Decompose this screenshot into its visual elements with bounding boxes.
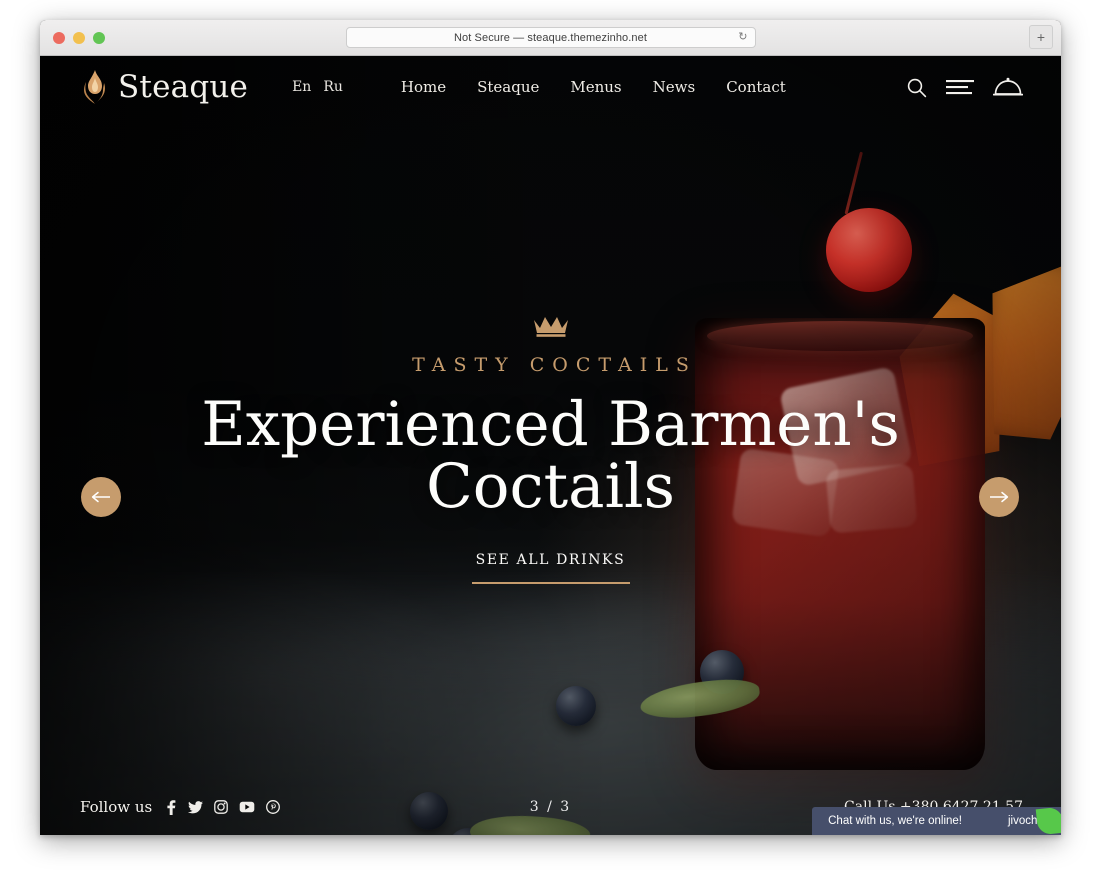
language-option-en[interactable]: En	[292, 79, 311, 95]
hero-content: TASTY COCTAILS Experienced Barmen's Coct…	[40, 314, 1061, 585]
site-header: Steaque En Ru Home Steaque Menus News Co…	[40, 56, 1061, 118]
main-navigation: Home Steaque Menus News Contact	[401, 78, 786, 96]
blueberry	[556, 686, 596, 726]
arrow-left-icon	[91, 491, 110, 503]
minimize-window-button[interactable]	[73, 31, 85, 44]
close-window-button[interactable]	[53, 31, 65, 44]
nav-item-menus[interactable]: Menus	[570, 78, 621, 96]
site-logo[interactable]: Steaque	[82, 70, 248, 104]
slide-counter: 3 / 3	[529, 799, 572, 815]
social-links	[165, 799, 281, 815]
nav-item-news[interactable]: News	[653, 78, 696, 96]
logo-text: Steaque	[118, 68, 249, 105]
language-switcher: En Ru	[292, 79, 343, 95]
hero-eyebrow: TASTY COCTAILS	[412, 354, 697, 376]
nav-item-home[interactable]: Home	[401, 78, 446, 96]
nav-item-steaque[interactable]: Steaque	[477, 78, 539, 96]
nav-item-contact[interactable]: Contact	[726, 78, 786, 96]
maximize-window-button[interactable]	[93, 31, 105, 44]
language-option-ru[interactable]: Ru	[323, 79, 343, 95]
slider-prev-button[interactable]	[81, 477, 121, 517]
hero-headline: Experienced Barmen's Coctails	[201, 389, 900, 523]
crown-icon	[40, 314, 1061, 338]
window-traffic-lights	[53, 31, 105, 44]
cloche-icon[interactable]	[993, 76, 1023, 98]
browser-window: Not Secure — steaque.themezinho.net ↻ +	[40, 20, 1061, 835]
flame-icon	[82, 70, 108, 104]
header-icon-group	[906, 76, 1023, 98]
arrow-right-icon	[990, 491, 1009, 503]
see-all-drinks-button[interactable]: SEE ALL DRINKS	[471, 552, 630, 585]
cherry-garnish	[826, 208, 912, 292]
chat-invitation-text: Chat with us, we're online!	[828, 815, 962, 827]
follow-us-label: Follow us	[80, 798, 153, 816]
page-viewport: Steaque En Ru Home Steaque Menus News Co…	[40, 56, 1061, 835]
follow-us-block: Follow us	[80, 798, 281, 816]
facebook-icon[interactable]	[165, 799, 177, 815]
reload-icon[interactable]: ↻	[738, 32, 747, 43]
new-tab-button[interactable]: +	[1029, 25, 1053, 49]
hamburger-menu-icon[interactable]	[946, 78, 974, 96]
instagram-icon[interactable]	[214, 800, 229, 814]
search-icon[interactable]	[906, 77, 927, 98]
pinterest-icon[interactable]	[266, 800, 281, 814]
browser-titlebar: Not Secure — steaque.themezinho.net ↻ +	[40, 20, 1061, 56]
leaf-icon	[1035, 806, 1061, 835]
address-bar[interactable]: Not Secure — steaque.themezinho.net ↻	[345, 27, 756, 48]
jivochat-widget[interactable]: Chat with us, we're online! jivochat	[812, 806, 1061, 835]
twitter-icon[interactable]	[188, 800, 204, 814]
youtube-icon[interactable]	[239, 801, 255, 813]
slider-next-button[interactable]	[979, 477, 1019, 517]
address-bar-text: Not Secure — steaque.themezinho.net	[453, 31, 648, 44]
